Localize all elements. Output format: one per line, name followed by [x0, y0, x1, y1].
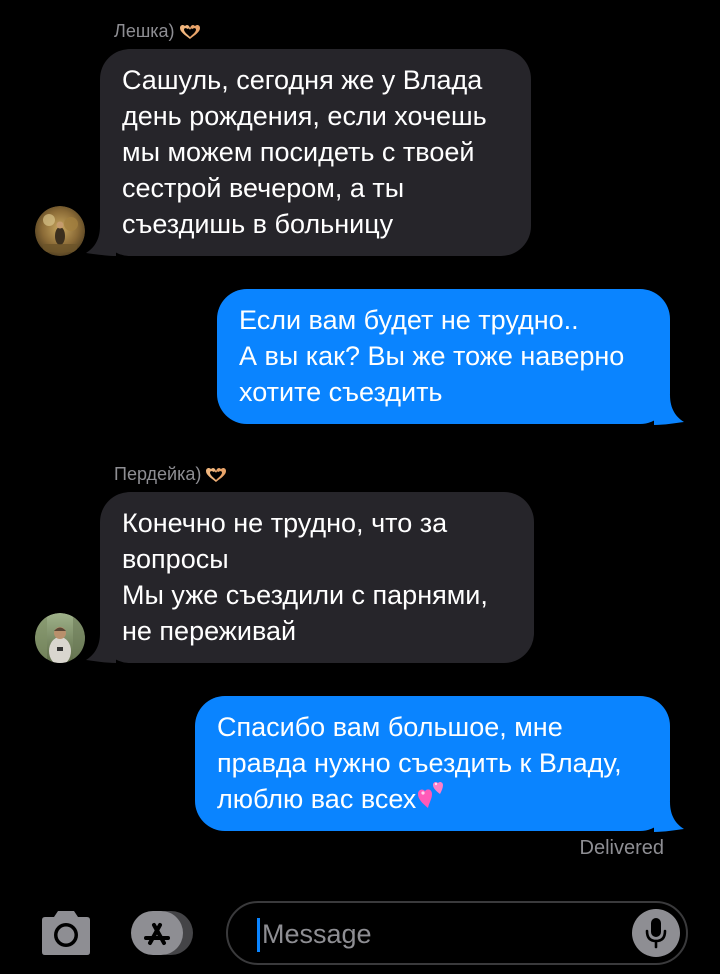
heart-hands-emoji [206, 467, 227, 482]
heart-hands-emoji [179, 24, 200, 39]
two-hearts-icon [418, 781, 444, 808]
app-store-icon [131, 911, 193, 955]
bubble-tail [654, 395, 684, 425]
message-bubble-outgoing[interactable]: Если вам будет не трудно.. А вы как? Вы … [217, 289, 670, 424]
contact-avatar[interactable] [35, 206, 85, 256]
text-cursor [257, 918, 260, 952]
dictation-button[interactable] [632, 909, 680, 957]
message-line: Если вам будет не трудно.. [239, 305, 579, 335]
message-line: А вы как? Вы же тоже наверно [239, 341, 625, 371]
sender-name: Лешка) [114, 21, 202, 42]
message-bubble-outgoing[interactable]: Спасибо вам большое, мне правда нужно съ… [195, 696, 670, 831]
messages-screen: Лешка) Сашуль, сегодня же у Влада день р… [0, 0, 720, 974]
message-bubble-incoming[interactable]: Конечно не трудно, что за вопросы Мы уже… [100, 492, 534, 663]
sender-name-text: Пердейка) [114, 464, 202, 484]
bubble-tail [86, 633, 116, 663]
message-line-with-emoji: люблю вас всех [217, 781, 648, 817]
camera-button[interactable] [38, 910, 94, 956]
message-bubble-incoming[interactable]: Сашуль, сегодня же у Влада день рождения… [100, 49, 531, 256]
message-input[interactable] [262, 911, 622, 957]
bubble-tail [86, 226, 116, 256]
message-line: день рождения, если хочешь [122, 101, 487, 131]
message-line: мы можем посидеть с твоей [122, 137, 475, 167]
message-line: Сашуль, сегодня же у Влада [122, 65, 483, 95]
bubble-tail [654, 802, 684, 832]
message-line: Мы уже съездили с парнями, [122, 580, 488, 610]
message-line: съездишь в больницу [122, 209, 394, 239]
message-line: не переживай [122, 616, 297, 646]
message-line: хотите съездить [239, 377, 443, 407]
sender-name-text: Лешка) [114, 21, 175, 41]
camera-icon [42, 911, 90, 955]
contact-avatar[interactable] [35, 613, 85, 663]
composer-bar [0, 890, 720, 974]
avatar-photo [35, 613, 85, 663]
message-line: Спасибо вам большое, мне [217, 712, 563, 742]
message-line: вопросы [122, 544, 229, 574]
message-line-text: люблю вас всех [217, 784, 417, 814]
sender-name: Пердейка) [114, 464, 228, 485]
message-line: Конечно не трудно, что за [122, 508, 448, 538]
delivery-status: Delivered [579, 837, 664, 859]
app-store-button[interactable] [131, 911, 195, 955]
message-line: сестрой вечером, а ты [122, 173, 405, 203]
message-field[interactable] [226, 901, 688, 965]
avatar-photo [35, 206, 85, 256]
microphone-icon [645, 918, 667, 949]
